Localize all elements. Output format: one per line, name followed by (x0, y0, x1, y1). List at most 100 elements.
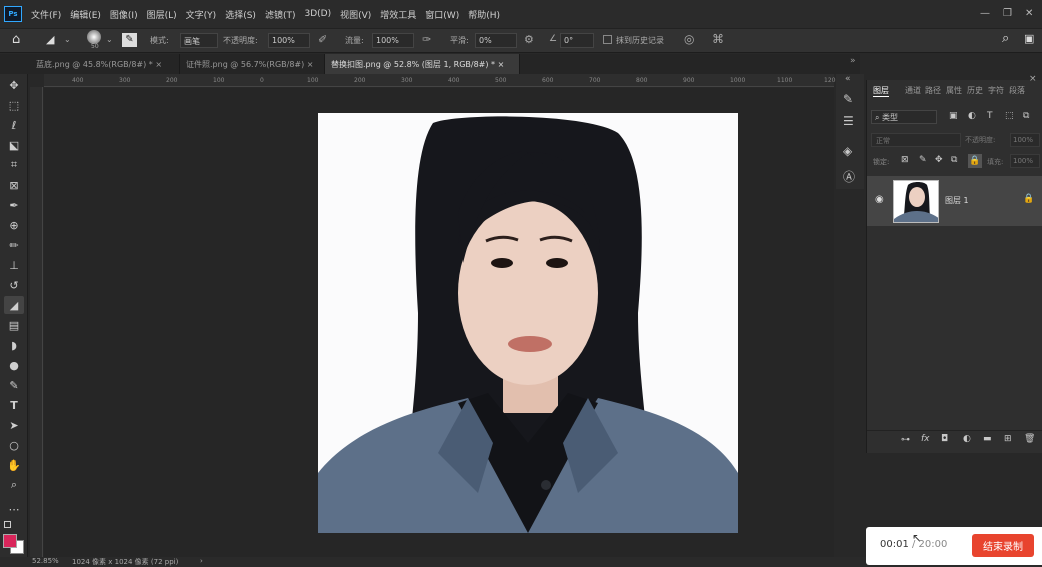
opacity-field[interactable]: 100% (268, 33, 310, 48)
default-colors-icon[interactable] (4, 521, 11, 528)
menu-type[interactable]: 文字(Y) (186, 8, 217, 21)
gradient-tool-icon[interactable]: ▤ (4, 316, 24, 334)
home-icon[interactable]: ⌂ (12, 32, 20, 47)
collapse-icon[interactable]: « (845, 74, 851, 84)
layer-filter-select[interactable]: ⌕ 类型 (871, 110, 937, 124)
tab-history[interactable]: 历史 (967, 85, 983, 96)
object-select-tool-icon[interactable]: ⬕ (4, 136, 24, 154)
menu-help[interactable]: 帮助(H) (468, 8, 500, 21)
zoom-level[interactable]: 52.85% (32, 557, 59, 565)
mode-select[interactable]: 画笔 (180, 33, 218, 48)
menu-3d[interactable]: 3D(D) (304, 9, 331, 19)
eraser-tool-icon[interactable]: ◢ (46, 33, 54, 46)
history-brush-tool-icon[interactable]: ↺ (4, 276, 24, 294)
new-layer-icon[interactable]: ⊞ (1004, 434, 1012, 444)
lasso-tool-icon[interactable]: ℓ (4, 116, 24, 134)
fx-icon[interactable]: fx (921, 434, 930, 444)
blur-tool-icon[interactable]: ◗ (4, 336, 24, 354)
shape-filter-icon[interactable]: ⬚ (1005, 111, 1014, 121)
chevron-down-icon[interactable]: ⌄ (106, 35, 113, 44)
close-icon[interactable]: × (1029, 74, 1037, 84)
healing-brush-tool-icon[interactable]: ⊕ (4, 216, 24, 234)
stop-recording-button[interactable]: 结束录制 (972, 534, 1034, 557)
menu-plugins[interactable]: 增效工具 (380, 8, 416, 21)
dodge-tool-icon[interactable]: ● (4, 356, 24, 374)
layer-opacity-field[interactable]: 100% (1010, 133, 1040, 147)
ellipse-tool-icon[interactable]: ○ (4, 436, 24, 454)
minimize-icon[interactable]: — (980, 8, 990, 19)
search-icon[interactable]: ⌕ (1002, 31, 1009, 46)
lock-transparency-icon[interactable]: ⊠ (901, 155, 909, 165)
adjust-sliders-icon[interactable]: ☰ (843, 114, 854, 128)
menu-edit[interactable]: 编辑(E) (70, 8, 101, 21)
erase-history-checkbox[interactable] (603, 35, 612, 44)
brush-settings-icon[interactable]: ✎ (843, 92, 853, 106)
tab-properties[interactable]: 属性 (946, 85, 962, 96)
menu-select[interactable]: 选择(S) (225, 8, 256, 21)
collapse-icon[interactable]: » (850, 56, 856, 66)
clone-stamp-tool-icon[interactable]: ⊥ (4, 256, 24, 274)
close-icon[interactable]: × (498, 60, 505, 69)
lock-artboard-icon[interactable]: ⧉ (951, 155, 957, 165)
adjustment-filter-icon[interactable]: ◐ (968, 111, 976, 121)
brush-settings-icon[interactable]: ✎ (122, 33, 137, 47)
path-select-tool-icon[interactable]: ➤ (4, 416, 24, 434)
lock-pixels-icon[interactable]: ✎ (919, 155, 927, 165)
brush-preview-icon[interactable] (87, 30, 101, 44)
group-folder-icon[interactable]: ▬ (983, 434, 992, 444)
type-tool-icon[interactable]: T (4, 396, 24, 414)
tab-layers[interactable]: 图层 (873, 85, 889, 97)
hand-tool-icon[interactable]: ✋ (4, 456, 24, 474)
pen-tool-icon[interactable]: ✎ (4, 376, 24, 394)
crop-tool-icon[interactable]: ⌗ (4, 156, 24, 174)
menu-view[interactable]: 视图(V) (340, 8, 371, 21)
chevron-down-icon[interactable]: ⌄ (64, 35, 71, 44)
chevron-right-icon[interactable]: › (200, 557, 203, 565)
type-filter-icon[interactable]: T (987, 111, 993, 121)
more-tools-icon[interactable]: ⋯ (4, 500, 24, 518)
layer-mask-icon[interactable]: ◘ (941, 434, 948, 444)
eraser-tool-icon[interactable]: ◢ (4, 296, 24, 314)
menu-window[interactable]: 窗口(W) (425, 8, 459, 21)
trash-icon[interactable]: 🗑 (1024, 434, 1035, 444)
character-style-icon[interactable]: Ⓐ (843, 168, 855, 185)
close-icon[interactable]: ✕ (1025, 8, 1033, 19)
gear-icon[interactable]: ⚙ (524, 33, 534, 46)
zoom-tool-icon[interactable]: ⌕ (4, 476, 24, 494)
tab-channels[interactable]: 通道 (905, 85, 921, 96)
tab-paragraph[interactable]: 段落 (1009, 85, 1025, 96)
pressure-size-icon[interactable]: ◎ (684, 32, 694, 46)
layer-name[interactable]: 图层 1 (945, 195, 969, 206)
tab-blue-bg[interactable]: 蓝底.png @ 45.8%(RGB/8#) * × (30, 54, 180, 74)
image-filter-icon[interactable]: ▣ (949, 111, 958, 121)
eyedropper-tool-icon[interactable]: ✒ (4, 196, 24, 214)
move-tool-icon[interactable]: ✥ (4, 76, 24, 94)
angle-field[interactable]: 0° (560, 33, 594, 48)
tab-character[interactable]: 字符 (988, 85, 1004, 96)
menu-image[interactable]: 图像(I) (110, 8, 138, 21)
tab-replace-cutout[interactable]: 替换扣图.png @ 52.8% (图层 1, RGB/8#) * × (325, 54, 520, 74)
workspace-icon[interactable]: ▣ (1024, 32, 1034, 45)
restore-icon[interactable]: ❐ (1003, 8, 1012, 19)
blend-mode-select[interactable]: 正常 (871, 133, 961, 147)
menu-file[interactable]: 文件(F) (31, 8, 61, 21)
3d-object-icon[interactable]: ◈ (843, 144, 852, 158)
menu-layer[interactable]: 图层(L) (147, 8, 177, 21)
tab-id-photo[interactable]: 证件照.png @ 56.7%(RGB/8#) × (180, 54, 325, 74)
brush-tool-icon[interactable]: ✏ (4, 236, 24, 254)
marquee-tool-icon[interactable]: ⬚ (4, 96, 24, 114)
foreground-color-swatch[interactable] (3, 534, 17, 548)
menu-filter[interactable]: 滤镜(T) (265, 8, 296, 21)
document-canvas[interactable] (318, 113, 738, 533)
link-layers-icon[interactable]: ⊶ (901, 435, 910, 445)
flow-field[interactable]: 100% (372, 33, 414, 48)
adjustment-layer-icon[interactable]: ◐ (963, 434, 971, 444)
close-icon[interactable]: × (155, 60, 162, 69)
lock-position-icon[interactable]: ✥ (935, 155, 943, 165)
tab-paths[interactable]: 路径 (925, 85, 941, 96)
lock-all-icon[interactable]: 🔒 (968, 154, 982, 168)
airbrush-icon[interactable]: ✑ (422, 33, 431, 46)
smooth-field[interactable]: 0% (475, 33, 517, 48)
close-icon[interactable]: × (307, 60, 314, 69)
layer-fill-field[interactable]: 100% (1010, 154, 1040, 168)
